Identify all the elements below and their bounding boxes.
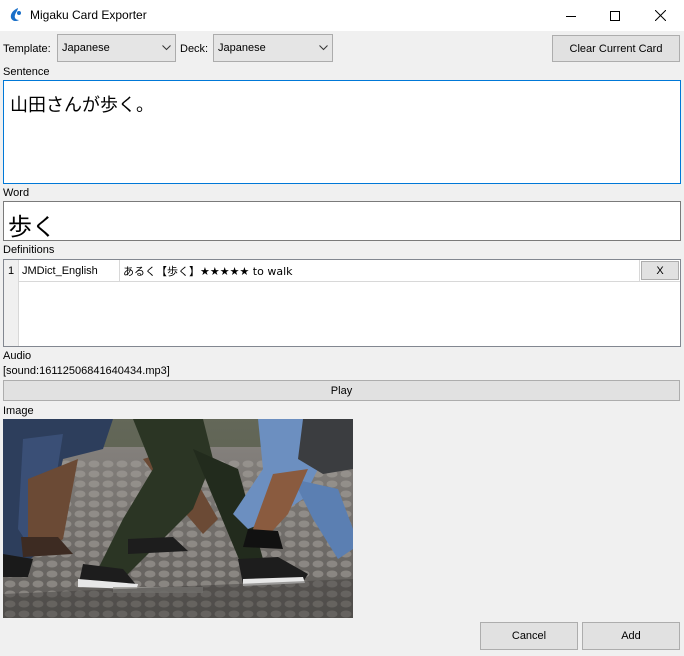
maximize-icon — [610, 10, 620, 21]
image-label: Image — [3, 405, 34, 417]
row-header-column — [4, 282, 19, 346]
play-button[interactable]: Play — [3, 380, 680, 401]
minimize-icon — [566, 15, 576, 17]
template-label: Template: — [3, 43, 51, 55]
word-field[interactable]: 歩く — [3, 201, 681, 241]
sentence-field[interactable]: 山田さんが歩く。 — [3, 80, 681, 184]
close-icon — [654, 10, 666, 21]
template-select-value: Japanese — [62, 42, 110, 54]
window-title: Migaku Card Exporter — [30, 8, 147, 22]
chevron-down-icon — [314, 35, 332, 61]
card-image — [3, 419, 353, 618]
sentence-label: Sentence — [3, 66, 50, 78]
chevron-down-icon — [157, 35, 175, 61]
deck-label: Deck: — [180, 43, 209, 55]
cancel-button[interactable]: Cancel — [480, 622, 578, 650]
minimize-button[interactable] — [548, 0, 594, 31]
definition-dictionary-cell[interactable]: JMDict_English — [19, 260, 120, 282]
clear-current-card-button[interactable]: Clear Current Card — [552, 35, 680, 62]
audio-file: [sound:16112506841640434.mp3] — [3, 365, 170, 377]
remove-definition-button[interactable]: X — [641, 261, 679, 280]
definition-text-cell[interactable]: あるく【歩く】★★★★★ to walk — [120, 260, 640, 282]
close-button[interactable] — [637, 0, 683, 31]
row-number: 1 — [4, 260, 19, 282]
definitions-label: Definitions — [3, 244, 55, 256]
add-button[interactable]: Add — [582, 622, 680, 650]
migaku-logo-icon — [10, 8, 21, 22]
maximize-button[interactable] — [592, 0, 638, 31]
template-select[interactable]: Japanese — [57, 34, 176, 62]
sentence-text: 山田さんが歩く。 — [10, 95, 154, 116]
definition-remove-cell: X — [640, 260, 680, 282]
word-label: Word — [3, 187, 30, 199]
word-text: 歩く — [8, 213, 56, 241]
walking-people-photo — [3, 419, 353, 618]
deck-select[interactable]: Japanese — [213, 34, 333, 62]
audio-label: Audio — [3, 350, 32, 362]
definitions-table: 1 JMDict_English あるく【歩く】★★★★★ to walk X — [3, 259, 681, 347]
deck-select-value: Japanese — [218, 42, 266, 54]
